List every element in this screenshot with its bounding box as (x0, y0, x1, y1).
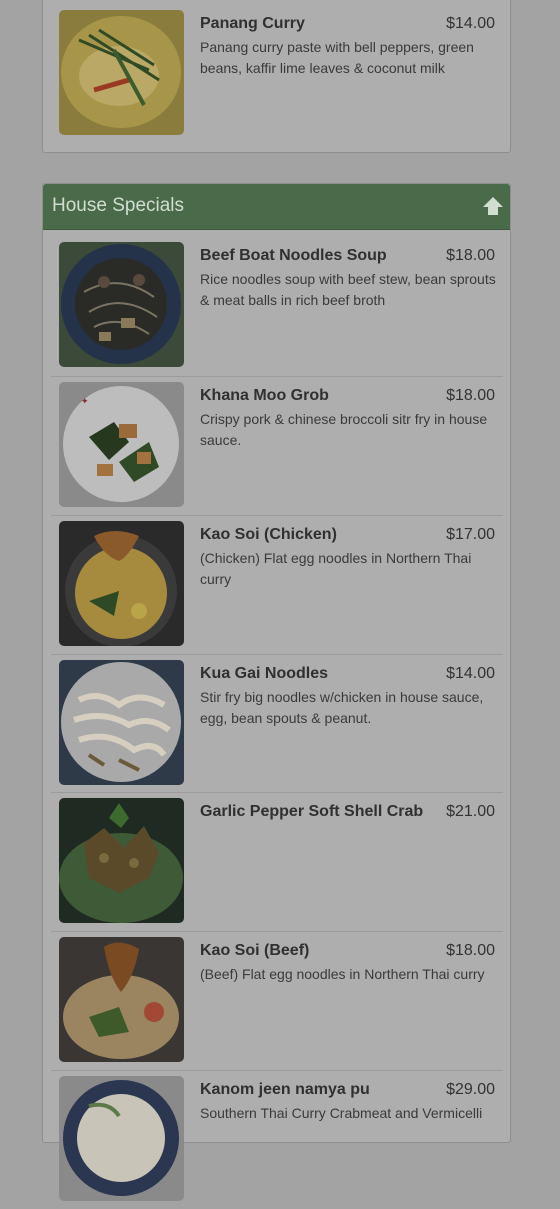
item-name: Kua Gai Noodles (200, 665, 329, 682)
item-price: $14.00 (446, 665, 495, 682)
menu-item[interactable]: Kao Soi (Beef) $18.00 (Beef) Flat egg no… (51, 931, 503, 1070)
dish-photo (59, 10, 184, 135)
menu-item[interactable]: Kanom jeen namya pu $29.00 Southern Thai… (51, 1070, 503, 1209)
dish-photo (59, 798, 184, 923)
menu-item[interactable]: Garlic Pepper Soft Shell Crab $21.00 (51, 792, 503, 931)
menu-item[interactable]: ✦ Khana Moo Grob $18.00 Crispy pork & ch… (51, 376, 503, 515)
item-name: Panang Curry (200, 15, 305, 32)
item-name: Garlic Pepper Soft Shell Crab (200, 803, 424, 820)
dish-photo: ✦ (59, 382, 184, 507)
section-title: House Specials (52, 195, 185, 216)
item-name: Kao Soi (Beef) (200, 942, 310, 959)
section-heading[interactable]: House Specials (43, 184, 510, 230)
item-description: Panang curry paste with bell peppers, gr… (200, 39, 474, 76)
item-name: Kanom jeen namya pu (200, 1081, 370, 1098)
item-name: Kao Soi (Chicken) (200, 526, 337, 543)
menu-item[interactable]: Kua Gai Noodles $14.00 Stir fry big nood… (51, 654, 503, 793)
item-price: $18.00 (446, 942, 495, 959)
menu-item[interactable]: Kao Soi (Chicken) $17.00 (Chicken) Flat … (51, 515, 503, 654)
menu-section-house-specials: House Specials Beef Boat Noodles Soup $1… (42, 183, 511, 1201)
item-description: Rice noodles soup with beef stew, bean s… (200, 271, 496, 308)
dish-photo (59, 242, 184, 367)
item-description: (Chicken) Flat egg noodles in Northern T… (200, 550, 472, 587)
dish-photo (59, 660, 184, 785)
item-price: $29.00 (446, 1081, 495, 1098)
dish-photo (59, 1076, 184, 1201)
item-description: Stir fry big noodles w/chicken in house … (200, 689, 484, 726)
item-description: (Beef) Flat egg noodles in Northern Thai… (200, 966, 485, 982)
menu-section-curries: Panang Curry $14.00 Panang curry paste w… (42, 0, 511, 153)
item-name: Khana Moo Grob (200, 387, 329, 404)
menu-item[interactable]: Panang Curry $14.00 Panang curry paste w… (51, 5, 503, 144)
dish-photo (59, 937, 184, 1062)
item-description: Crispy pork & chinese broccoli sitr fry … (200, 411, 488, 448)
arrow-up-icon[interactable] (482, 195, 504, 217)
item-price: $14.00 (446, 15, 495, 32)
menu-item[interactable]: Beef Boat Noodles Soup $18.00 Rice noodl… (51, 237, 503, 376)
svg-text:✦: ✦ (81, 397, 89, 407)
item-name: Beef Boat Noodles Soup (200, 247, 387, 264)
dish-photo (59, 521, 184, 646)
item-price: $18.00 (446, 387, 495, 404)
item-price: $17.00 (446, 526, 495, 543)
item-price: $21.00 (446, 803, 495, 820)
item-description: Southern Thai Curry Crabmeat and Vermice… (200, 1105, 483, 1121)
item-price: $18.00 (446, 247, 495, 264)
